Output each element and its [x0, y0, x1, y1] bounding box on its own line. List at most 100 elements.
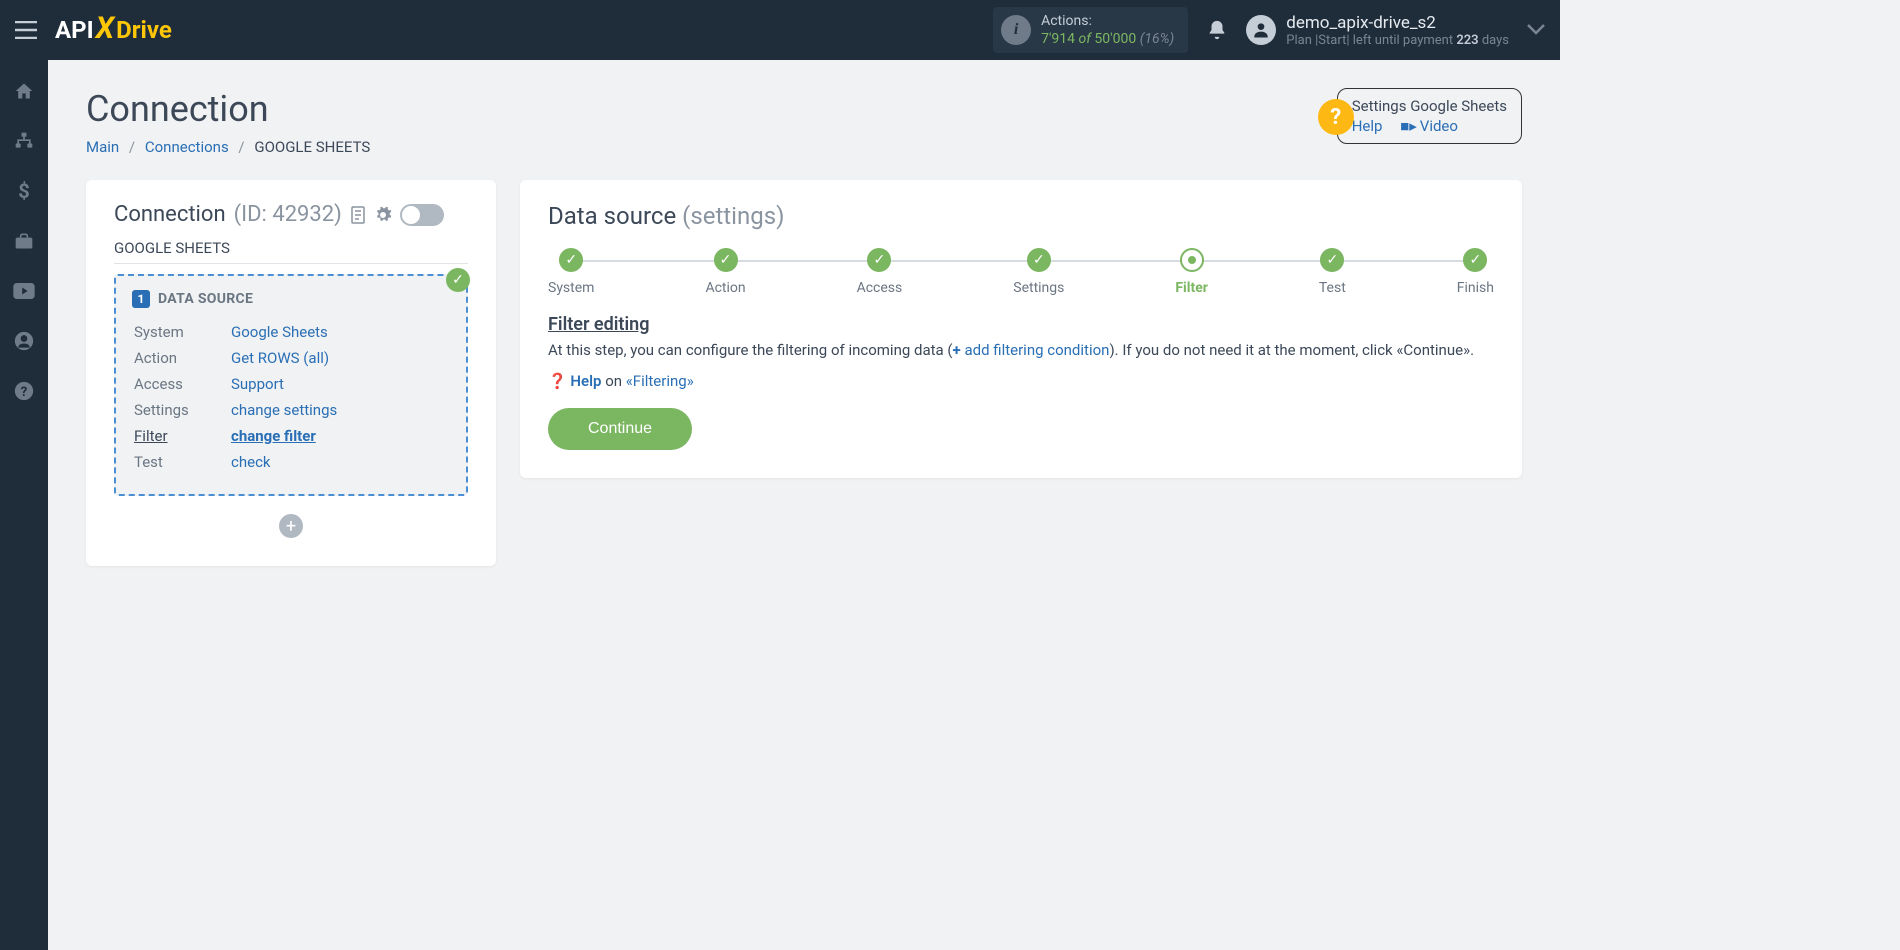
bell-icon[interactable] [1206, 19, 1228, 41]
step-filter[interactable]: Filter [1175, 248, 1208, 296]
app-header: API X Drive i Actions: 7'914 of 50'000 (… [0, 0, 1560, 60]
help-icon[interactable]: ? [13, 380, 35, 402]
source-row-link[interactable]: change settings [231, 401, 337, 419]
step-finish[interactable]: ✓ Finish [1457, 248, 1494, 296]
step-circle: ✓ [1463, 248, 1487, 272]
step-label: Finish [1457, 280, 1494, 296]
source-row-link[interactable]: check [231, 453, 271, 471]
settings-card: Data source (settings) ✓ System ✓ Action ✓ Ac… [520, 180, 1522, 478]
network-icon[interactable] [13, 130, 35, 152]
step-label: Access [857, 280, 903, 296]
plus-icon: + [953, 341, 961, 359]
add-button[interactable]: + [279, 514, 303, 538]
connection-card: Connection (ID: 42932) GOOGLE SHEETS ✓ 1… [86, 180, 496, 566]
source-row-link[interactable]: Support [231, 375, 284, 393]
step-circle: ✓ [714, 248, 738, 272]
data-source-title: Data source (settings) [548, 202, 1494, 230]
check-icon: ✓ [446, 268, 470, 292]
source-row: SystemGoogle Sheets [134, 320, 448, 344]
step-label: Test [1319, 280, 1346, 296]
chevron-down-icon[interactable] [1527, 24, 1545, 36]
actions-pct: (16%) [1140, 31, 1175, 47]
home-icon[interactable] [13, 80, 35, 102]
step-test[interactable]: ✓ Test [1319, 248, 1346, 296]
gear-icon[interactable] [374, 206, 392, 224]
source-row-label: Test [134, 450, 229, 474]
help-box-title: Settings Google Sheets [1352, 97, 1507, 115]
source-row: AccessSupport [134, 372, 448, 396]
logo-text-api: API [55, 16, 94, 44]
user-plan: Plan |Start| left until payment 223 days [1286, 33, 1509, 48]
user-menu[interactable]: demo_apix-drive_s2 Plan |Start| left unt… [1246, 13, 1509, 48]
add-filter-link[interactable]: add filtering condition [964, 341, 1109, 359]
document-icon[interactable] [350, 206, 366, 224]
actions-counter[interactable]: i Actions: 7'914 of 50'000 (16%) [993, 7, 1188, 53]
briefcase-icon[interactable] [13, 230, 35, 252]
data-source-box: ✓ 1 DATA SOURCE SystemGoogle SheetsActio… [114, 274, 468, 496]
hamburger-icon[interactable] [15, 21, 37, 39]
logo-x-icon: X [96, 11, 114, 46]
actions-used: 7'914 [1041, 31, 1075, 47]
toggle-switch[interactable] [400, 204, 444, 226]
video-link[interactable]: ■▸Video [1400, 117, 1458, 135]
step-access[interactable]: ✓ Access [857, 248, 903, 296]
step-circle [1180, 248, 1204, 272]
actions-total: 50'000 [1094, 31, 1136, 47]
connection-title: Connection [114, 202, 226, 227]
svg-text:$: $ [18, 180, 29, 202]
step-label: System [548, 280, 594, 296]
filter-description: At this step, you can configure the filt… [548, 339, 1494, 362]
info-icon: i [1001, 15, 1031, 45]
youtube-icon[interactable] [13, 280, 35, 302]
source-row: Filterchange filter [134, 424, 448, 448]
breadcrumb-main[interactable]: Main [86, 138, 119, 156]
source-row: Settingschange settings [134, 398, 448, 422]
step-label: Action [705, 280, 745, 296]
source-row-label: Filter [134, 424, 229, 448]
help-box: ? Settings Google Sheets Help ■▸Video [1337, 88, 1522, 144]
connection-id: (ID: 42932) [234, 202, 342, 227]
step-circle: ✓ [1027, 248, 1051, 272]
step-settings[interactable]: ✓Settings [1013, 248, 1064, 296]
step-circle: ✓ [559, 248, 583, 272]
source-row-link[interactable]: Get ROWS (all) [231, 349, 329, 367]
step-circle: ✓ [1320, 248, 1344, 272]
source-row: ActionGet ROWS (all) [134, 346, 448, 370]
help-filtering-link[interactable]: Help [570, 372, 601, 390]
help-line: ❓ Help on «Filtering» [548, 372, 1494, 390]
filter-heading: Filter editing [548, 314, 1494, 335]
step-label: Filter [1175, 280, 1208, 296]
svg-text:?: ? [21, 385, 28, 400]
step-circle: ✓ [867, 248, 891, 272]
question-icon: ? [1318, 99, 1354, 135]
breadcrumb-current: GOOGLE SHEETS [254, 138, 370, 156]
actions-label: Actions: [1041, 12, 1174, 30]
main-content: Connection Main / Connections / GOOGLE S… [48, 60, 1560, 594]
logo[interactable]: API X Drive [55, 13, 172, 48]
video-icon: ■▸ [1400, 117, 1417, 135]
breadcrumb-connections[interactable]: Connections [145, 138, 229, 156]
continue-button[interactable]: Continue [548, 408, 692, 450]
source-row-link[interactable]: Google Sheets [231, 323, 328, 341]
breadcrumb: Main / Connections / GOOGLE SHEETS [86, 138, 370, 156]
connection-subtitle: GOOGLE SHEETS [114, 239, 468, 264]
source-row: Testcheck [134, 450, 448, 474]
dollar-icon[interactable]: $ [13, 180, 35, 202]
step-action[interactable]: ✓ Action [705, 248, 745, 296]
actions-of: of [1078, 31, 1094, 47]
source-row-label: Action [134, 346, 229, 370]
source-row-label: Access [134, 372, 229, 396]
help-link[interactable]: Help [1352, 117, 1383, 135]
source-number: 1 [132, 290, 150, 308]
sidebar: $ ? [0, 60, 48, 950]
source-row-label: System [134, 320, 229, 344]
step-system[interactable]: ✓ System [548, 248, 594, 296]
avatar-icon [1246, 15, 1276, 45]
page-title: Connection [86, 88, 370, 130]
user-name: demo_apix-drive_s2 [1286, 13, 1509, 33]
source-title: DATA SOURCE [158, 291, 253, 307]
source-row-link[interactable]: change filter [231, 427, 316, 445]
user-icon[interactable] [13, 330, 35, 352]
help-q-icon: ❓ [548, 372, 567, 390]
stepper: ✓ System ✓ Action ✓ Access ✓Settings Filter ✓ Tes… [548, 248, 1494, 296]
